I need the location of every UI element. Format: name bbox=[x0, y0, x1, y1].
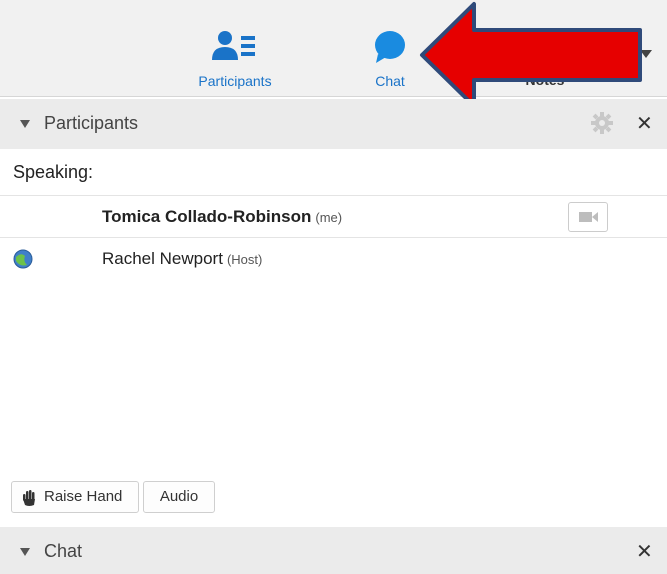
participant-name-text: Rachel Newport bbox=[102, 249, 223, 268]
hand-icon bbox=[20, 488, 38, 518]
speaking-label: Speaking: bbox=[13, 162, 94, 182]
participant-row[interactable]: Tomica Collado-Robinson (me) bbox=[0, 197, 667, 237]
status-globe-icon bbox=[12, 248, 34, 275]
audio-button[interactable]: Audio bbox=[143, 481, 215, 513]
close-icon[interactable]: ✕ bbox=[636, 539, 653, 564]
raise-hand-button[interactable]: Raise Hand bbox=[11, 481, 139, 513]
participant-tag: (me) bbox=[315, 210, 343, 225]
participant-name: Tomica Collado-Robinson (me) bbox=[102, 207, 342, 227]
chat-panel-header[interactable]: Chat ✕ bbox=[0, 527, 667, 574]
chat-panel-title: Chat bbox=[44, 541, 83, 561]
participant-name: Rachel Newport (Host) bbox=[102, 249, 262, 269]
participant-tag: (Host) bbox=[226, 252, 263, 267]
chat-bubble-icon bbox=[373, 31, 407, 68]
participant-name-text: Tomica Collado-Robinson bbox=[102, 207, 312, 226]
raise-hand-label: Raise Hand bbox=[44, 488, 123, 505]
video-camera-button[interactable] bbox=[568, 202, 608, 232]
collapse-triangle-icon[interactable] bbox=[20, 120, 30, 128]
close-icon[interactable]: ✕ bbox=[636, 111, 653, 136]
divider bbox=[0, 195, 667, 196]
gear-icon[interactable] bbox=[590, 111, 614, 140]
participants-icon bbox=[208, 31, 262, 68]
divider bbox=[0, 237, 667, 238]
video-camera-icon bbox=[579, 212, 598, 222]
participants-toolbar-label: Participants bbox=[198, 73, 272, 89]
participants-panel-title: Participants bbox=[44, 113, 139, 133]
participants-toolbar-button[interactable]: Participants bbox=[190, 30, 280, 89]
collapse-triangle-icon[interactable] bbox=[20, 548, 30, 556]
chat-toolbar-label: Chat bbox=[375, 73, 405, 89]
participants-panel-header[interactable]: Participants ✕ bbox=[0, 99, 667, 149]
chat-toolbar-button[interactable]: Chat bbox=[360, 30, 420, 89]
participant-row[interactable]: Rachel Newport (Host) bbox=[0, 239, 667, 279]
audio-label: Audio bbox=[159, 488, 199, 505]
red-arrow-annotation bbox=[420, 2, 642, 108]
